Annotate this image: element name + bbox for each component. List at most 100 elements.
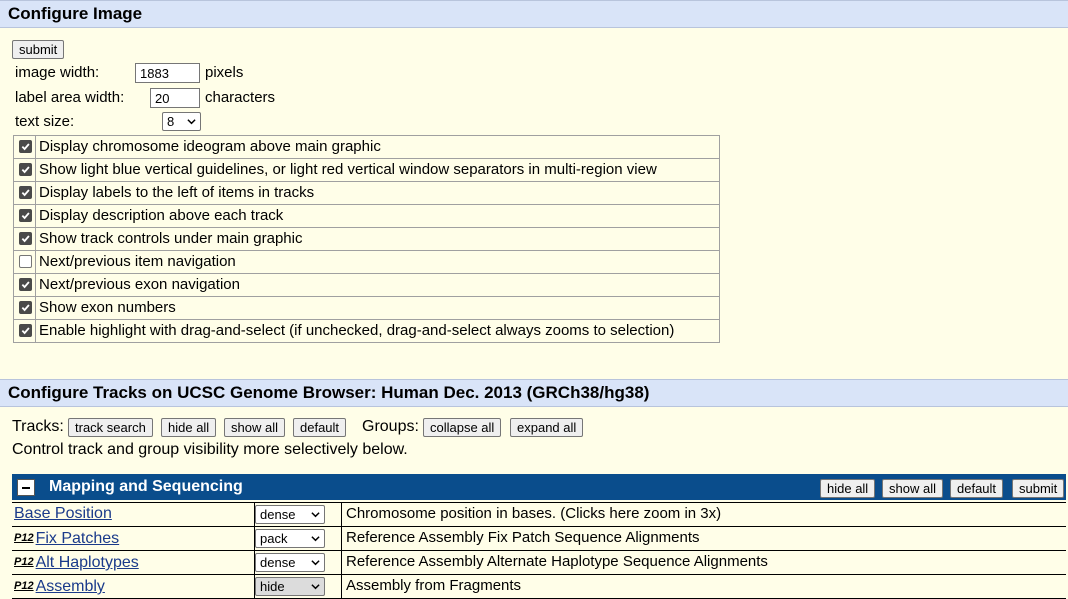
collapse-group-icon[interactable]	[17, 479, 35, 496]
track-badge[interactable]: P12	[14, 580, 34, 592]
track-search-button[interactable]: track search	[68, 418, 153, 437]
option-checkbox[interactable]	[19, 209, 32, 222]
image-width-unit: pixels	[205, 64, 244, 81]
image-options-table: Display chromosome ideogram above main g…	[13, 135, 720, 343]
track-visibility-cell: dense	[253, 503, 342, 526]
label-area-row: label area width:	[15, 89, 124, 106]
option-label: Display chromosome ideogram above main g…	[39, 138, 381, 155]
track-visibility-select[interactable]: dense	[255, 505, 325, 524]
option-row: Show light blue vertical guidelines, or …	[14, 159, 719, 182]
option-row: Next/previous item navigation	[14, 251, 719, 274]
option-row: Next/previous exon navigation	[14, 274, 719, 297]
option-label: Next/previous exon navigation	[39, 276, 240, 293]
option-checkbox[interactable]	[19, 278, 32, 291]
submit-button[interactable]: submit	[12, 40, 65, 59]
option-checkbox[interactable]	[19, 163, 32, 176]
check-icon	[21, 304, 30, 312]
option-checkbox[interactable]	[19, 140, 32, 153]
track-description: Chromosome position in bases. (Clicks he…	[346, 505, 722, 522]
label-area-input[interactable]	[150, 88, 200, 108]
track-name-cell: P12 Alt Haplotypes	[12, 551, 255, 574]
track-table: Base Position dense Chromosome position in…	[12, 502, 1066, 599]
option-checkbox[interactable]	[19, 324, 32, 337]
track-description: Assembly from Fragments	[346, 577, 522, 594]
expand-all-button[interactable]: expand all	[510, 418, 584, 437]
track-row: P12 Alt Haplotypes dense Reference Assembly…	[12, 551, 1066, 575]
chevron-down-icon	[311, 584, 320, 590]
group-title: Mapping and Sequencing	[49, 478, 243, 495]
tracks-label: Tracks:	[12, 418, 64, 435]
group-show-all-button[interactable]: show all	[882, 479, 943, 498]
option-row: Display description above each track	[14, 205, 719, 228]
default-tracks-button[interactable]: default	[293, 418, 347, 437]
track-visibility-select[interactable]: pack	[255, 529, 325, 548]
chevron-down-icon	[311, 536, 320, 542]
text-size-value: 8	[167, 114, 175, 129]
configure-image-title: Configure Image	[8, 4, 143, 23]
track-link[interactable]: Alt Haplotypes	[36, 554, 139, 571]
text-size-row: text size:	[15, 113, 74, 130]
group-submit-button[interactable]: submit	[1012, 479, 1065, 498]
track-badge[interactable]: P12	[14, 532, 34, 544]
option-divider	[35, 297, 36, 319]
track-link[interactable]: Fix Patches	[36, 530, 120, 547]
label-area-unit: characters	[205, 89, 276, 106]
option-divider	[35, 205, 36, 227]
option-label: Enable highlight with drag-and-select (i…	[39, 322, 675, 339]
option-checkbox[interactable]	[19, 186, 32, 199]
check-icon	[21, 212, 30, 220]
track-link[interactable]: Base Position	[14, 505, 112, 522]
collapse-all-button[interactable]: collapse all	[423, 418, 502, 437]
image-width-input[interactable]	[135, 63, 200, 83]
group-default-button[interactable]: default	[950, 479, 1004, 498]
option-label: Show light blue vertical guidelines, or …	[39, 161, 657, 178]
check-icon	[21, 281, 30, 289]
option-label: Next/previous item navigation	[39, 253, 236, 270]
hide-all-tracks-button[interactable]: hide all	[161, 418, 217, 437]
track-visibility-value: hide	[260, 579, 285, 594]
chevron-down-icon	[187, 119, 196, 125]
track-badge[interactable]: P12	[14, 556, 34, 568]
text-size-select[interactable]: 8	[162, 112, 201, 131]
option-divider	[35, 320, 36, 342]
track-visibility-select[interactable]: dense	[255, 553, 325, 572]
check-icon	[21, 235, 30, 243]
configure-image-header: Configure Image	[0, 0, 1068, 28]
track-visibility-value: dense	[260, 507, 296, 522]
groups-label: Groups:	[362, 418, 419, 435]
track-description: Reference Assembly Alternate Haplotype S…	[346, 553, 768, 570]
visibility-note: Control track and group visibility more …	[12, 441, 408, 458]
option-divider	[35, 274, 36, 296]
option-divider	[35, 251, 36, 273]
chevron-down-icon	[311, 560, 320, 566]
track-visibility-cell: pack	[253, 527, 342, 550]
image-width-row: image width:	[15, 64, 99, 81]
option-row: Show track controls under main graphic	[14, 228, 719, 251]
option-checkbox[interactable]	[19, 232, 32, 245]
track-row: Base Position dense Chromosome position in…	[12, 503, 1066, 527]
option-divider	[35, 159, 36, 181]
check-icon	[21, 327, 30, 335]
option-label: Display labels to the left of items in t…	[39, 184, 315, 201]
option-checkbox[interactable]	[19, 301, 32, 314]
group-hide-all-button[interactable]: hide all	[820, 479, 876, 498]
check-icon	[21, 166, 30, 174]
check-icon	[21, 189, 30, 197]
check-icon	[21, 143, 30, 151]
option-label: Show track controls under main graphic	[39, 230, 303, 247]
track-visibility-select[interactable]: hide	[255, 577, 325, 596]
text-size-label: text size:	[15, 113, 75, 130]
option-label: Show exon numbers	[39, 299, 176, 316]
track-link[interactable]: Assembly	[36, 578, 105, 595]
track-visibility-cell: dense	[253, 551, 342, 574]
image-width-label: image width:	[15, 64, 100, 81]
configure-tracks-header: Configure Tracks on UCSC Genome Browser:…	[0, 379, 1068, 407]
track-row: P12 Assembly hide Assembly from Fragments	[12, 575, 1066, 599]
track-visibility-cell: hide	[253, 575, 342, 598]
option-row: Enable highlight with drag-and-select (i…	[14, 320, 719, 342]
track-name-cell: P12 Assembly	[12, 575, 255, 598]
track-visibility-value: pack	[260, 531, 288, 546]
show-all-tracks-button[interactable]: show all	[224, 418, 285, 437]
option-row: Show exon numbers	[14, 297, 719, 320]
option-checkbox[interactable]	[19, 255, 32, 268]
